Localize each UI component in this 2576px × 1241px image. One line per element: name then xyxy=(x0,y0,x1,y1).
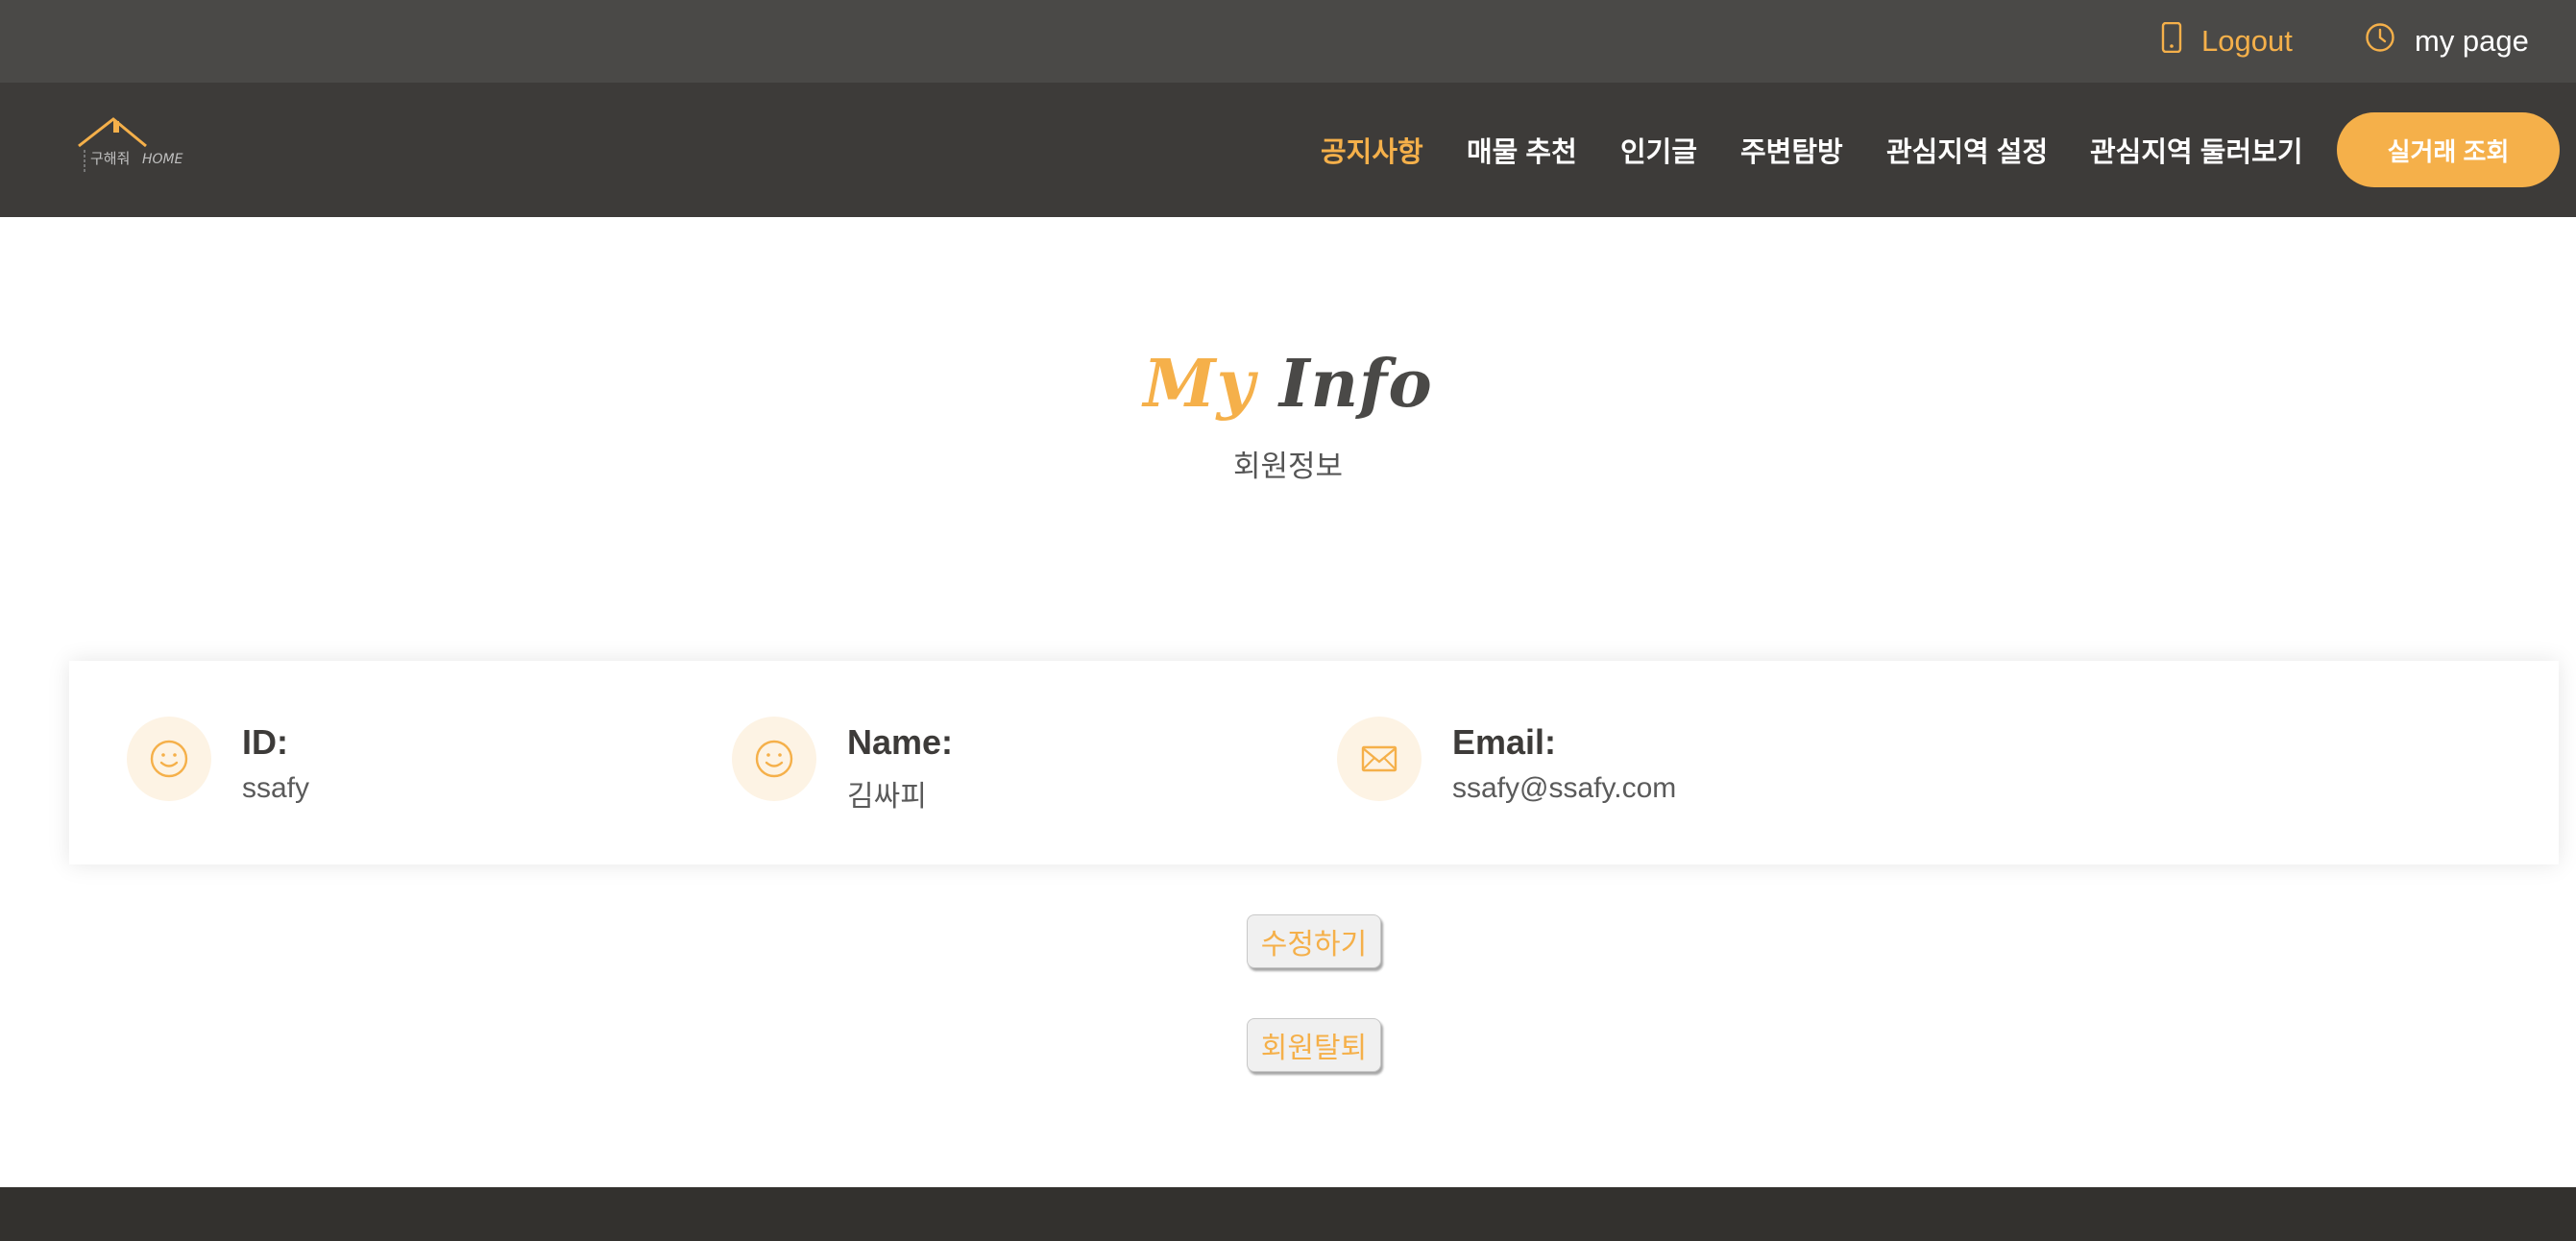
logout-label: Logout xyxy=(2201,24,2293,58)
smile-icon xyxy=(127,717,211,801)
logo-text-en: HOME xyxy=(142,152,183,167)
nav-item-recommend[interactable]: 매물 추천 xyxy=(1467,83,1577,217)
id-value: ssafy xyxy=(242,772,310,804)
phone-icon xyxy=(2161,21,2182,61)
logout-link[interactable]: Logout xyxy=(2161,0,2293,83)
nav-item-interest-setting[interactable]: 관심지역 설정 xyxy=(1886,83,2048,217)
site-logo[interactable]: 구해줘 HOME xyxy=(75,113,188,186)
page-header: My Info 회원정보 xyxy=(0,346,2576,485)
edit-profile-button[interactable]: 수정하기 xyxy=(1247,914,1381,968)
page-title-word-2: Info xyxy=(1278,346,1433,423)
nav-item-notice[interactable]: 공지사항 xyxy=(1321,83,1423,217)
page-footer xyxy=(0,1187,2576,1241)
name-label: Name: xyxy=(847,722,954,762)
logo-text-ko: 구해줘 xyxy=(90,150,130,167)
mypage-link[interactable]: my page xyxy=(2365,0,2529,83)
nav-item-nearby[interactable]: 주변탐방 xyxy=(1740,83,1843,217)
nav-item-interest-browse[interactable]: 관심지역 둘러보기 xyxy=(2090,83,2303,217)
id-label: ID: xyxy=(242,722,288,762)
smile-icon xyxy=(732,717,816,801)
real-transaction-button[interactable]: 실거래 조회 xyxy=(2337,112,2560,187)
email-value: ssafy@ssafy.com xyxy=(1452,772,1677,804)
nav-item-popular[interactable]: 인기글 xyxy=(1620,83,1697,217)
top-utility-bar: Logout my page xyxy=(0,0,2576,83)
withdraw-member-button[interactable]: 회원탈퇴 xyxy=(1247,1018,1381,1072)
envelope-icon xyxy=(1337,717,1422,801)
page-title-word-1: My xyxy=(1143,346,1256,423)
clock-icon xyxy=(2365,22,2395,61)
page-subtitle: 회원정보 xyxy=(1232,450,1344,483)
email-label: Email: xyxy=(1452,722,1557,762)
profile-info-card: ID: ssafy Name: 김싸피 Email: ssafy@ssafy.c… xyxy=(69,661,2559,864)
name-value: 김싸피 xyxy=(847,781,927,813)
page-title: My Info xyxy=(0,346,2576,423)
mypage-label: my page xyxy=(2415,24,2529,58)
main-navbar: 구해줘 HOME 공지사항 매물 추천 인기글 주변탐방 관심지역 설정 관심지… xyxy=(0,83,2576,217)
